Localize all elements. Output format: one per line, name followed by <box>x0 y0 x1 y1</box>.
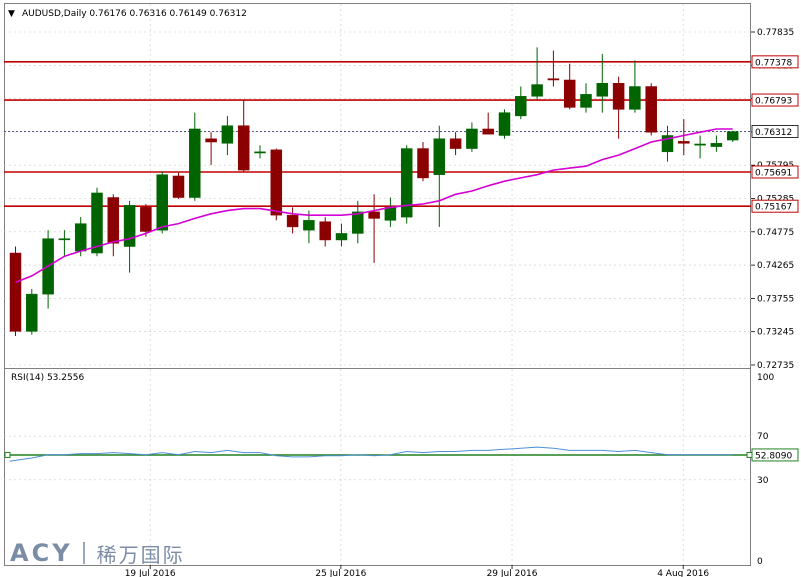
y-tick-label: 0.73245 <box>757 328 794 338</box>
candle-body <box>498 112 511 136</box>
rsi-tick-label: 100 <box>757 373 774 383</box>
logo-divider <box>82 542 85 564</box>
candle-body <box>205 138 217 143</box>
rsi-level-handle <box>4 451 11 458</box>
candle-body <box>172 175 185 198</box>
candle-body <box>189 128 201 198</box>
candle-body <box>26 293 38 332</box>
candle-body <box>612 83 625 110</box>
header-menu-icon[interactable]: ▼ <box>8 9 15 19</box>
candle-body <box>433 138 446 175</box>
candle-body <box>254 151 266 154</box>
candle-body <box>286 214 299 228</box>
x-tick-label: 19 Jul 2016 <box>125 569 176 577</box>
candle-body <box>417 148 429 179</box>
price-level-value: 0.77378 <box>755 58 792 68</box>
candle-body <box>547 78 560 81</box>
candle-body <box>710 143 723 147</box>
rsi-title: RSI(14) 53.2556 <box>11 373 84 383</box>
candle-body <box>352 211 364 234</box>
y-tick-label: 0.73755 <box>757 294 794 304</box>
candle-body <box>335 233 348 241</box>
candle-body <box>726 131 739 141</box>
candle-body <box>156 174 168 231</box>
candle-body <box>596 83 609 97</box>
candle-body <box>58 238 71 241</box>
candle-body <box>515 96 527 117</box>
candle-body <box>319 221 331 241</box>
candle-body <box>123 205 136 247</box>
price-level-value: 0.76793 <box>755 97 792 107</box>
candle-body <box>74 223 87 252</box>
candle-body <box>91 192 103 254</box>
candle-body <box>563 79 576 108</box>
price-level-value: 0.75167 <box>755 203 792 213</box>
rsi-tick-label: 30 <box>757 476 769 486</box>
candle-body <box>531 84 543 97</box>
y-tick-label: 0.77835 <box>757 28 794 38</box>
chart-canvas: 0.778350.773250.768150.763050.757950.752… <box>0 0 801 577</box>
last-price-value: 0.76312 <box>755 128 792 138</box>
logo-brand: ACY <box>10 539 73 567</box>
rsi-tick-label: 0 <box>757 557 763 567</box>
candle-body <box>384 207 397 221</box>
rsi-tick-label: 70 <box>757 432 769 442</box>
logo-chinese: 稀万国际 <box>96 542 185 567</box>
y-tick-label: 0.74775 <box>757 228 794 238</box>
x-tick-label: 29 Jul 2016 <box>487 569 538 577</box>
candle-body <box>694 143 706 146</box>
candle-body <box>400 148 413 218</box>
candle-body <box>140 207 152 232</box>
rsi-level-value: 52.8090 <box>755 451 792 461</box>
rsi-level-handle <box>746 451 753 458</box>
price-level-value: 0.75691 <box>755 168 792 178</box>
candle-body <box>270 149 283 216</box>
candle-body <box>629 86 641 110</box>
y-tick-label: 0.72735 <box>757 361 794 371</box>
brand-logo: ACY 稀万国际 <box>10 538 185 568</box>
x-tick-label: 25 Jul 2016 <box>315 569 366 577</box>
y-tick-label: 0.74265 <box>757 261 794 271</box>
candle-body <box>368 211 380 219</box>
candle-body <box>482 128 494 135</box>
chart-header: AUDUSD,Daily 0.76176 0.76316 0.76149 0.7… <box>22 9 247 19</box>
candle-body <box>107 197 120 244</box>
candle-body <box>303 220 315 231</box>
candle-body <box>237 125 250 171</box>
x-tick-label: 4 Aug 2016 <box>657 569 709 577</box>
candle-body <box>466 128 478 149</box>
candle-body <box>645 86 657 133</box>
candle-body <box>9 252 22 332</box>
candle-body <box>449 138 462 149</box>
candle-body <box>221 125 234 144</box>
candle-body <box>678 141 690 144</box>
candle-body <box>580 94 592 108</box>
